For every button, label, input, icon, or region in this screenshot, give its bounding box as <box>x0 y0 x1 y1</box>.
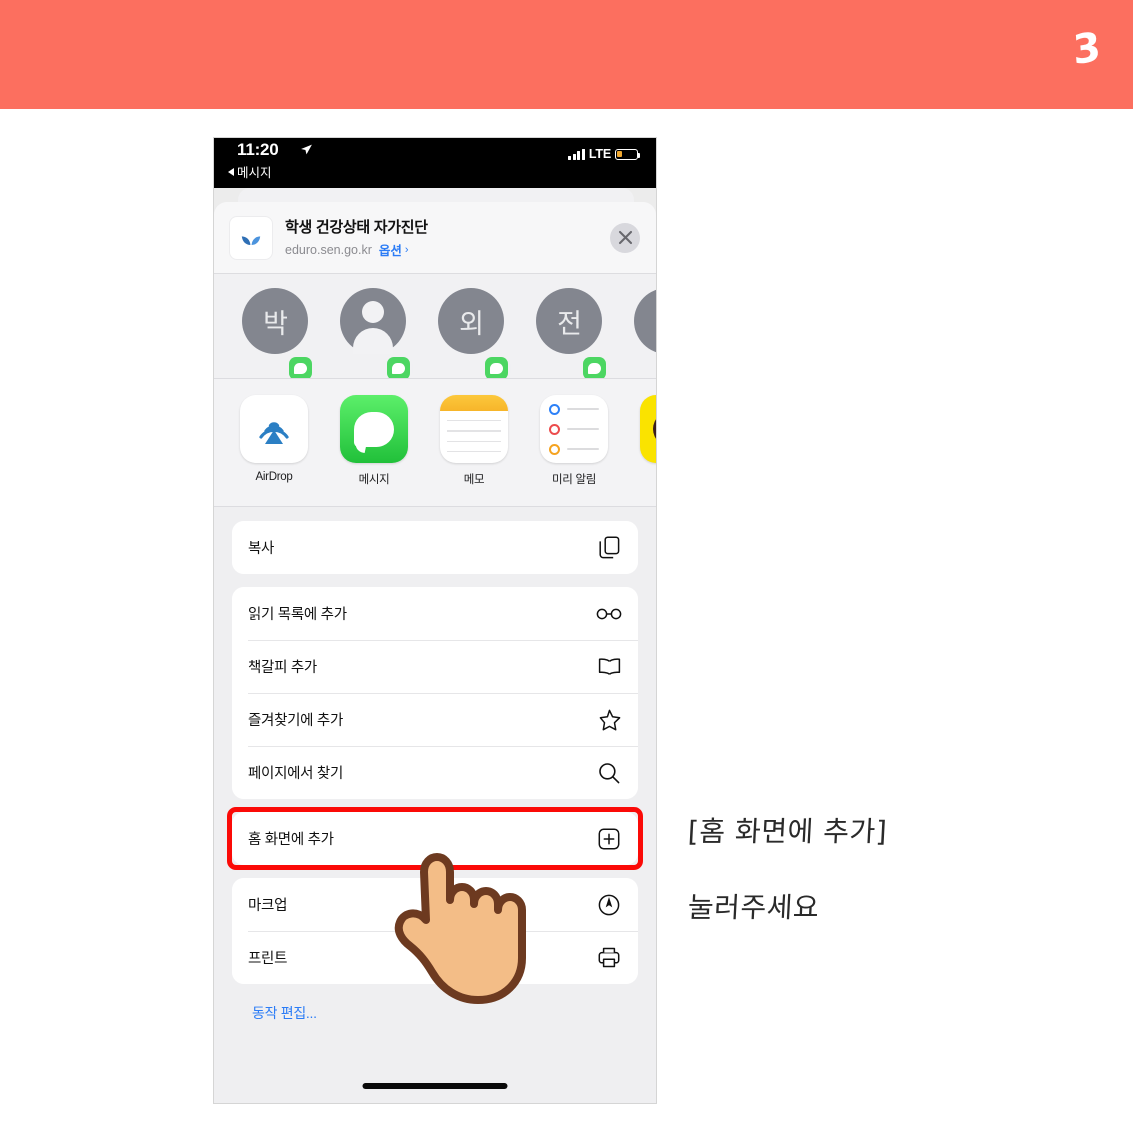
highlighted-action-wrapper: 홈 화면에 추가 <box>227 807 643 870</box>
messages-badge-icon <box>583 357 606 378</box>
page-number: 3 <box>1071 24 1103 74</box>
messages-badge-icon <box>485 357 508 378</box>
contact-item[interactable]: 전 <box>536 288 606 378</box>
app-label: AirDrop <box>255 471 293 483</box>
contacts-row[interactable]: 박 외 전 <box>214 274 656 379</box>
kakaotalk-icon <box>640 395 656 463</box>
person-body-shape <box>353 328 393 354</box>
status-bar: 11:20 메시지 LTE <box>214 138 656 188</box>
app-label: 메모 <box>463 474 485 486</box>
action-group: 복사 <box>232 521 638 574</box>
book-icon <box>596 654 622 680</box>
annotation-line-2: 눌러주세요 <box>687 891 821 924</box>
printer-icon <box>596 945 622 971</box>
apps-row[interactable]: AirDrop 메시지 메모 미리 알림 <box>214 379 656 507</box>
leaf-icon <box>230 216 272 259</box>
action-row-markup[interactable]: 마크업 <box>232 878 638 931</box>
glasses-icon <box>596 601 622 627</box>
search-icon <box>596 760 622 786</box>
app-item-notes[interactable]: 메모 <box>440 395 508 506</box>
app-label: 미리 알림 <box>551 474 596 486</box>
page-url: eduro.sen.go.kr <box>285 242 372 257</box>
action-label: 복사 <box>248 541 275 557</box>
avatar <box>634 288 656 354</box>
close-button[interactable] <box>610 222 640 253</box>
chevron-right-icon: › <box>404 243 409 256</box>
annotation-line-1: [홈 화면에 추가] <box>687 815 889 848</box>
action-row-add-to-home-screen[interactable]: 홈 화면에 추가 <box>232 812 638 865</box>
action-row-copy[interactable]: 복사 <box>232 521 638 574</box>
action-label: 홈 화면에 추가 <box>248 832 334 848</box>
network-label: LTE <box>588 147 611 161</box>
location-arrow-icon <box>301 144 312 155</box>
annotation-note: [홈 화면에 추가] 눌러주세요 <box>687 810 1088 926</box>
action-row-reading-list[interactable]: 읽기 목록에 추가 <box>232 587 638 640</box>
contact-item[interactable]: 외 <box>438 288 508 378</box>
reminders-icon <box>540 395 608 463</box>
top-banner: 3 <box>0 0 1133 109</box>
back-app-label: 메시지 <box>237 166 272 180</box>
action-group: 홈 화면에 추가 <box>232 812 638 865</box>
contact-item[interactable]: 박 <box>242 288 312 378</box>
app-item-airdrop[interactable]: AirDrop <box>240 395 308 506</box>
close-icon <box>618 230 632 245</box>
avatar-initial: 외 <box>459 308 484 339</box>
star-icon <box>596 707 622 733</box>
signal-bars-icon <box>568 148 585 160</box>
contact-item[interactable] <box>340 288 410 378</box>
action-label: 읽기 목록에 추가 <box>248 607 347 623</box>
avatar: 전 <box>536 288 606 378</box>
action-row-favorites[interactable]: 즐겨찾기에 추가 <box>232 693 638 746</box>
action-row-find-on-page[interactable]: 페이지에서 찾기 <box>232 746 638 799</box>
share-target-info: 학생 건강상태 자가진단 eduro.sen.go.kr 옵션 › <box>285 216 610 259</box>
avatar-initial: 박 <box>263 308 288 339</box>
action-label: 책갈피 추가 <box>248 660 317 676</box>
page-title: 학생 건강상태 자가진단 <box>285 219 428 236</box>
avatar: 박 <box>242 288 312 378</box>
status-right-cluster: LTE <box>568 147 641 161</box>
back-to-messages-button[interactable]: 메시지 <box>228 162 272 181</box>
messages-icon <box>340 395 408 463</box>
app-item-messages[interactable]: 메시지 <box>340 395 408 506</box>
avatar-initial: 전 <box>557 308 582 339</box>
status-time: 11:20 <box>237 140 279 159</box>
action-label: 마크업 <box>248 898 288 914</box>
app-item-reminders[interactable]: 미리 알림 <box>540 395 608 506</box>
action-group: 마크업 프린트 <box>232 878 638 984</box>
messages-badge-icon <box>387 357 410 378</box>
page-subtitle: eduro.sen.go.kr 옵션 › <box>285 240 610 259</box>
battery-icon <box>615 148 641 160</box>
back-triangle-icon <box>228 167 234 176</box>
action-list: 복사 읽기 목록에 추가 책갈피 추가 즐겨찾기에 추가 페이지에서 찾기 홈 … <box>214 507 656 1023</box>
action-label: 프린트 <box>248 951 288 967</box>
action-row-bookmark[interactable]: 책갈피 추가 <box>232 640 638 693</box>
action-group: 읽기 목록에 추가 책갈피 추가 즐겨찾기에 추가 페이지에서 찾기 <box>232 587 638 799</box>
home-indicator <box>362 1083 508 1089</box>
airdrop-icon <box>240 395 308 463</box>
person-head-shape <box>362 301 384 323</box>
plus-square-icon <box>596 826 622 852</box>
copy-icon <box>596 535 622 561</box>
avatar: 외 <box>438 288 508 378</box>
contact-item[interactable] <box>634 288 656 378</box>
edit-actions-link[interactable]: 동작 편집... <box>232 997 638 1023</box>
app-label: 메시지 <box>358 474 390 486</box>
action-label: 페이지에서 찾기 <box>248 766 344 782</box>
share-sheet: 학생 건강상태 자가진단 eduro.sen.go.kr 옵션 › 박 외 전 … <box>214 202 656 1103</box>
action-row-print[interactable]: 프린트 <box>232 931 638 984</box>
phone-screenshot: 11:20 메시지 LTE 학생 건강상태 자가진단 eduro.sen.go.… <box>213 137 657 1104</box>
markup-icon <box>596 892 622 918</box>
action-label: 즐겨찾기에 추가 <box>248 713 344 729</box>
options-button[interactable]: 옵션 <box>379 240 402 259</box>
notes-icon <box>440 395 508 463</box>
share-sheet-header: 학생 건강상태 자가진단 eduro.sen.go.kr 옵션 › <box>214 202 656 274</box>
app-item-kakaotalk[interactable]: 카 <box>640 395 656 506</box>
avatar <box>340 288 410 378</box>
app-label: 카 <box>640 471 656 487</box>
messages-badge-icon <box>289 357 312 378</box>
